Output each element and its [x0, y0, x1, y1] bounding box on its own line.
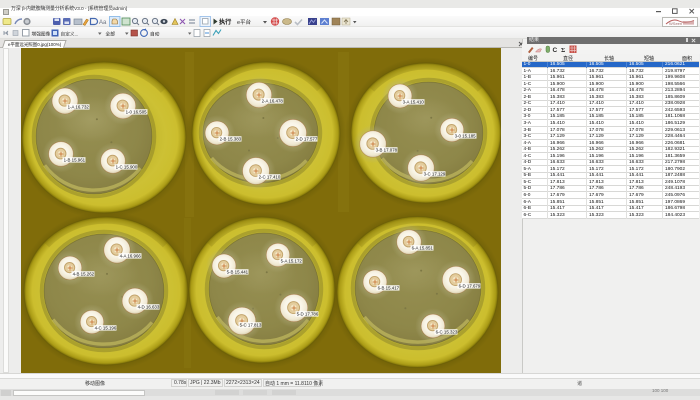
svg-text:2-C 17.410: 2-C 17.410 — [259, 175, 281, 180]
svg-text:自动: 自动 — [150, 31, 160, 38]
svg-text:4-D 16.633: 4-D 16.633 — [138, 305, 160, 310]
svg-text:e平台: e平台 — [237, 18, 252, 26]
svg-text:5-C 17.813: 5-C 17.813 — [240, 323, 262, 328]
svg-text:3-A 15.410: 3-A 15.410 — [403, 100, 425, 105]
svg-text:Σ: Σ — [561, 47, 565, 54]
svg-text:5-B 15.441: 5-B 15.441 — [227, 270, 249, 275]
svg-text:1-B 15.961: 1-B 15.961 — [64, 158, 86, 163]
svg-text:1-C 15.900: 1-C 15.900 — [116, 165, 138, 170]
svg-text:1-A 16.732: 1-A 16.732 — [68, 105, 90, 110]
svg-text:4-C 15.196: 4-C 15.196 — [95, 326, 117, 331]
svg-text:2-D 17.577: 2-D 17.577 — [296, 137, 318, 142]
svg-text:3-C 17.129: 3-C 17.129 — [424, 172, 446, 177]
svg-text:3-0 15.185: 3-0 15.185 — [455, 134, 477, 139]
svg-text:自定义...: 自定义... — [61, 31, 79, 38]
svg-text:6-D 17.679: 6-D 17.679 — [459, 284, 481, 289]
svg-text:WSeen: WSeen — [669, 21, 682, 26]
svg-text:5-D 17.786: 5-D 17.786 — [297, 312, 319, 317]
svg-text:6-B 15.417: 6-B 15.417 — [378, 286, 400, 291]
svg-text:4-B 15.262: 4-B 15.262 — [73, 272, 95, 277]
svg-text:6-C 15.323: 6-C 15.323 — [436, 330, 458, 335]
svg-text:5-A 15.172: 5-A 15.172 — [281, 259, 303, 264]
svg-text:1-0 16.505: 1-0 16.505 — [126, 110, 148, 115]
svg-text:全部: 全部 — [106, 31, 116, 38]
svg-text:增强图像: 增强图像 — [32, 31, 51, 38]
svg-text:执行: 执行 — [219, 18, 232, 26]
svg-text:C: C — [553, 47, 558, 54]
svg-text:Aa: Aa — [99, 20, 107, 26]
svg-text:4-A 16.966: 4-A 16.966 — [120, 254, 142, 259]
svg-text:6-A 15.851: 6-A 15.851 — [412, 246, 434, 251]
svg-text:2-A 16.478: 2-A 16.478 — [262, 99, 284, 104]
svg-text:2-B 15.383: 2-B 15.383 — [220, 137, 242, 142]
svg-text:3-B 17.078: 3-B 17.078 — [376, 148, 398, 153]
